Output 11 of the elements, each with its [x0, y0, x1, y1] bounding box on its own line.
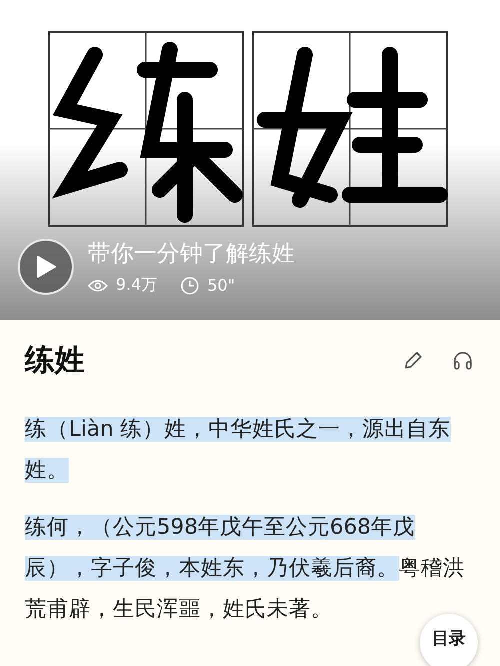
eye-icon — [88, 278, 108, 292]
pencil-icon[interactable] — [403, 350, 423, 370]
play-icon — [36, 256, 56, 278]
video-duration: 50" — [207, 276, 236, 295]
video-title: 带你一分钟了解练姓 — [88, 240, 295, 269]
table-of-contents-button[interactable]: 目录 — [420, 614, 478, 666]
clock-icon — [181, 276, 200, 294]
paragraph: 练（Liàn 练）姓，中华姓氏之一，源出自东姓。 — [25, 416, 452, 485]
article-title: 练姓 — [25, 342, 85, 380]
view-count: 9.4万 — [116, 275, 158, 296]
headphones-icon[interactable] — [453, 350, 473, 370]
